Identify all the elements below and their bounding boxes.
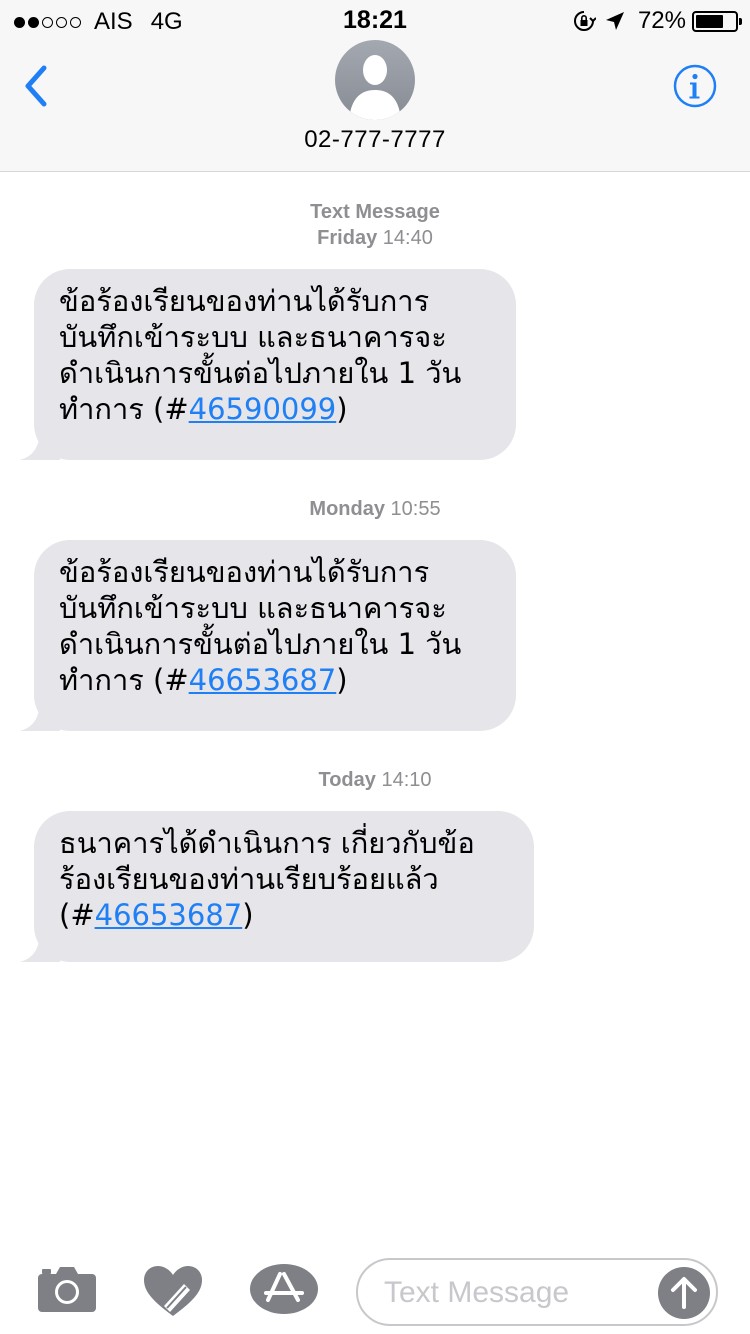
send-button[interactable] — [658, 1267, 710, 1319]
message-line: ดำเนินการขั้นต่อไปภายใน 1 วัน — [59, 627, 462, 661]
message-bubble[interactable]: ข้อร้องเรียนของท่านได้รับการ บันทึกเข้าร… — [20, 540, 516, 731]
arrow-up-icon — [671, 1277, 697, 1309]
bubble-tail — [20, 428, 60, 460]
contact-name[interactable]: 02-777-7777 — [0, 126, 750, 154]
digital-touch-heart-icon[interactable] — [144, 1266, 202, 1318]
timestamp-label: Text Message — [310, 201, 440, 223]
message-bubble[interactable]: ข้อร้องเรียนของท่านได้รับการ บันทึกเข้าร… — [20, 269, 516, 460]
timestamp: Friday 14:40 — [0, 225, 750, 251]
message-text: ) — [336, 392, 348, 426]
message-text: ทำการ (# — [59, 392, 189, 426]
message-text: ) — [242, 898, 254, 932]
message-input[interactable]: Text Message — [356, 1258, 718, 1326]
timestamp: Text Message — [0, 199, 750, 225]
timestamp: Monday 10:55 — [0, 496, 750, 522]
reference-number-link[interactable]: 46653687 — [95, 898, 243, 932]
timestamp-time: 10:55 — [390, 498, 441, 520]
timestamp-day: Monday — [309, 498, 385, 520]
person-silhouette-icon — [349, 55, 401, 120]
message-line-last: ทำการ (#46653687) — [59, 662, 490, 698]
info-icon[interactable] — [673, 64, 717, 108]
message-line: ร้องเรียนของท่านเรียบร้อยแล้ว — [59, 862, 439, 896]
reference-number-link[interactable]: 46653687 — [189, 663, 337, 697]
bubble-tail — [20, 930, 60, 962]
conversation-header: 02-777-7777 — [0, 40, 750, 172]
message-line: ธนาคารได้ดำเนินการ เกี่ยวกับข้อ — [59, 826, 475, 860]
message-line-last: ทำการ (#46590099) — [59, 391, 490, 427]
message-line: บันทึกเข้าระบบ และธนาคารจะ — [59, 320, 447, 354]
battery-icon — [692, 10, 742, 32]
timestamp-day: Today — [318, 769, 376, 791]
timestamp-time: 14:40 — [382, 227, 433, 249]
timestamp-time: 14:10 — [381, 769, 432, 791]
location-arrow-icon — [605, 12, 624, 30]
status-right: 72% — [572, 7, 742, 35]
message-line: ข้อร้องเรียนของท่านได้รับการ — [59, 555, 430, 589]
app-store-icon[interactable] — [250, 1264, 318, 1314]
reference-number-link[interactable]: 46590099 — [189, 392, 337, 426]
composer-bar: Text Message — [0, 1250, 750, 1334]
message-text: ทำการ (# — [59, 663, 189, 697]
message-bubble[interactable]: ธนาคารได้ดำเนินการ เกี่ยวกับข้อ ร้องเรีย… — [20, 811, 534, 962]
message-text: ) — [336, 663, 348, 697]
status-bar: AIS 4G 18:21 72% — [0, 0, 750, 40]
message-text: (# — [59, 898, 95, 932]
rotation-lock-icon — [573, 11, 596, 31]
timestamp-day: Friday — [317, 227, 378, 249]
timestamp: Today 14:10 — [0, 767, 750, 793]
message-line-last: (#46653687) — [59, 897, 508, 933]
contact-avatar[interactable] — [335, 40, 415, 120]
message-line: ข้อร้องเรียนของท่านได้รับการ — [59, 284, 430, 318]
message-line: บันทึกเข้าระบบ และธนาคารจะ — [59, 591, 447, 625]
bubble-tail — [20, 699, 60, 731]
camera-icon[interactable] — [38, 1266, 96, 1312]
battery-percent: 72% — [637, 7, 686, 34]
message-line: ดำเนินการขั้นต่อไปภายใน 1 วัน — [59, 356, 462, 390]
back-chevron-icon[interactable] — [18, 62, 58, 112]
message-input-placeholder: Text Message — [384, 1276, 570, 1309]
